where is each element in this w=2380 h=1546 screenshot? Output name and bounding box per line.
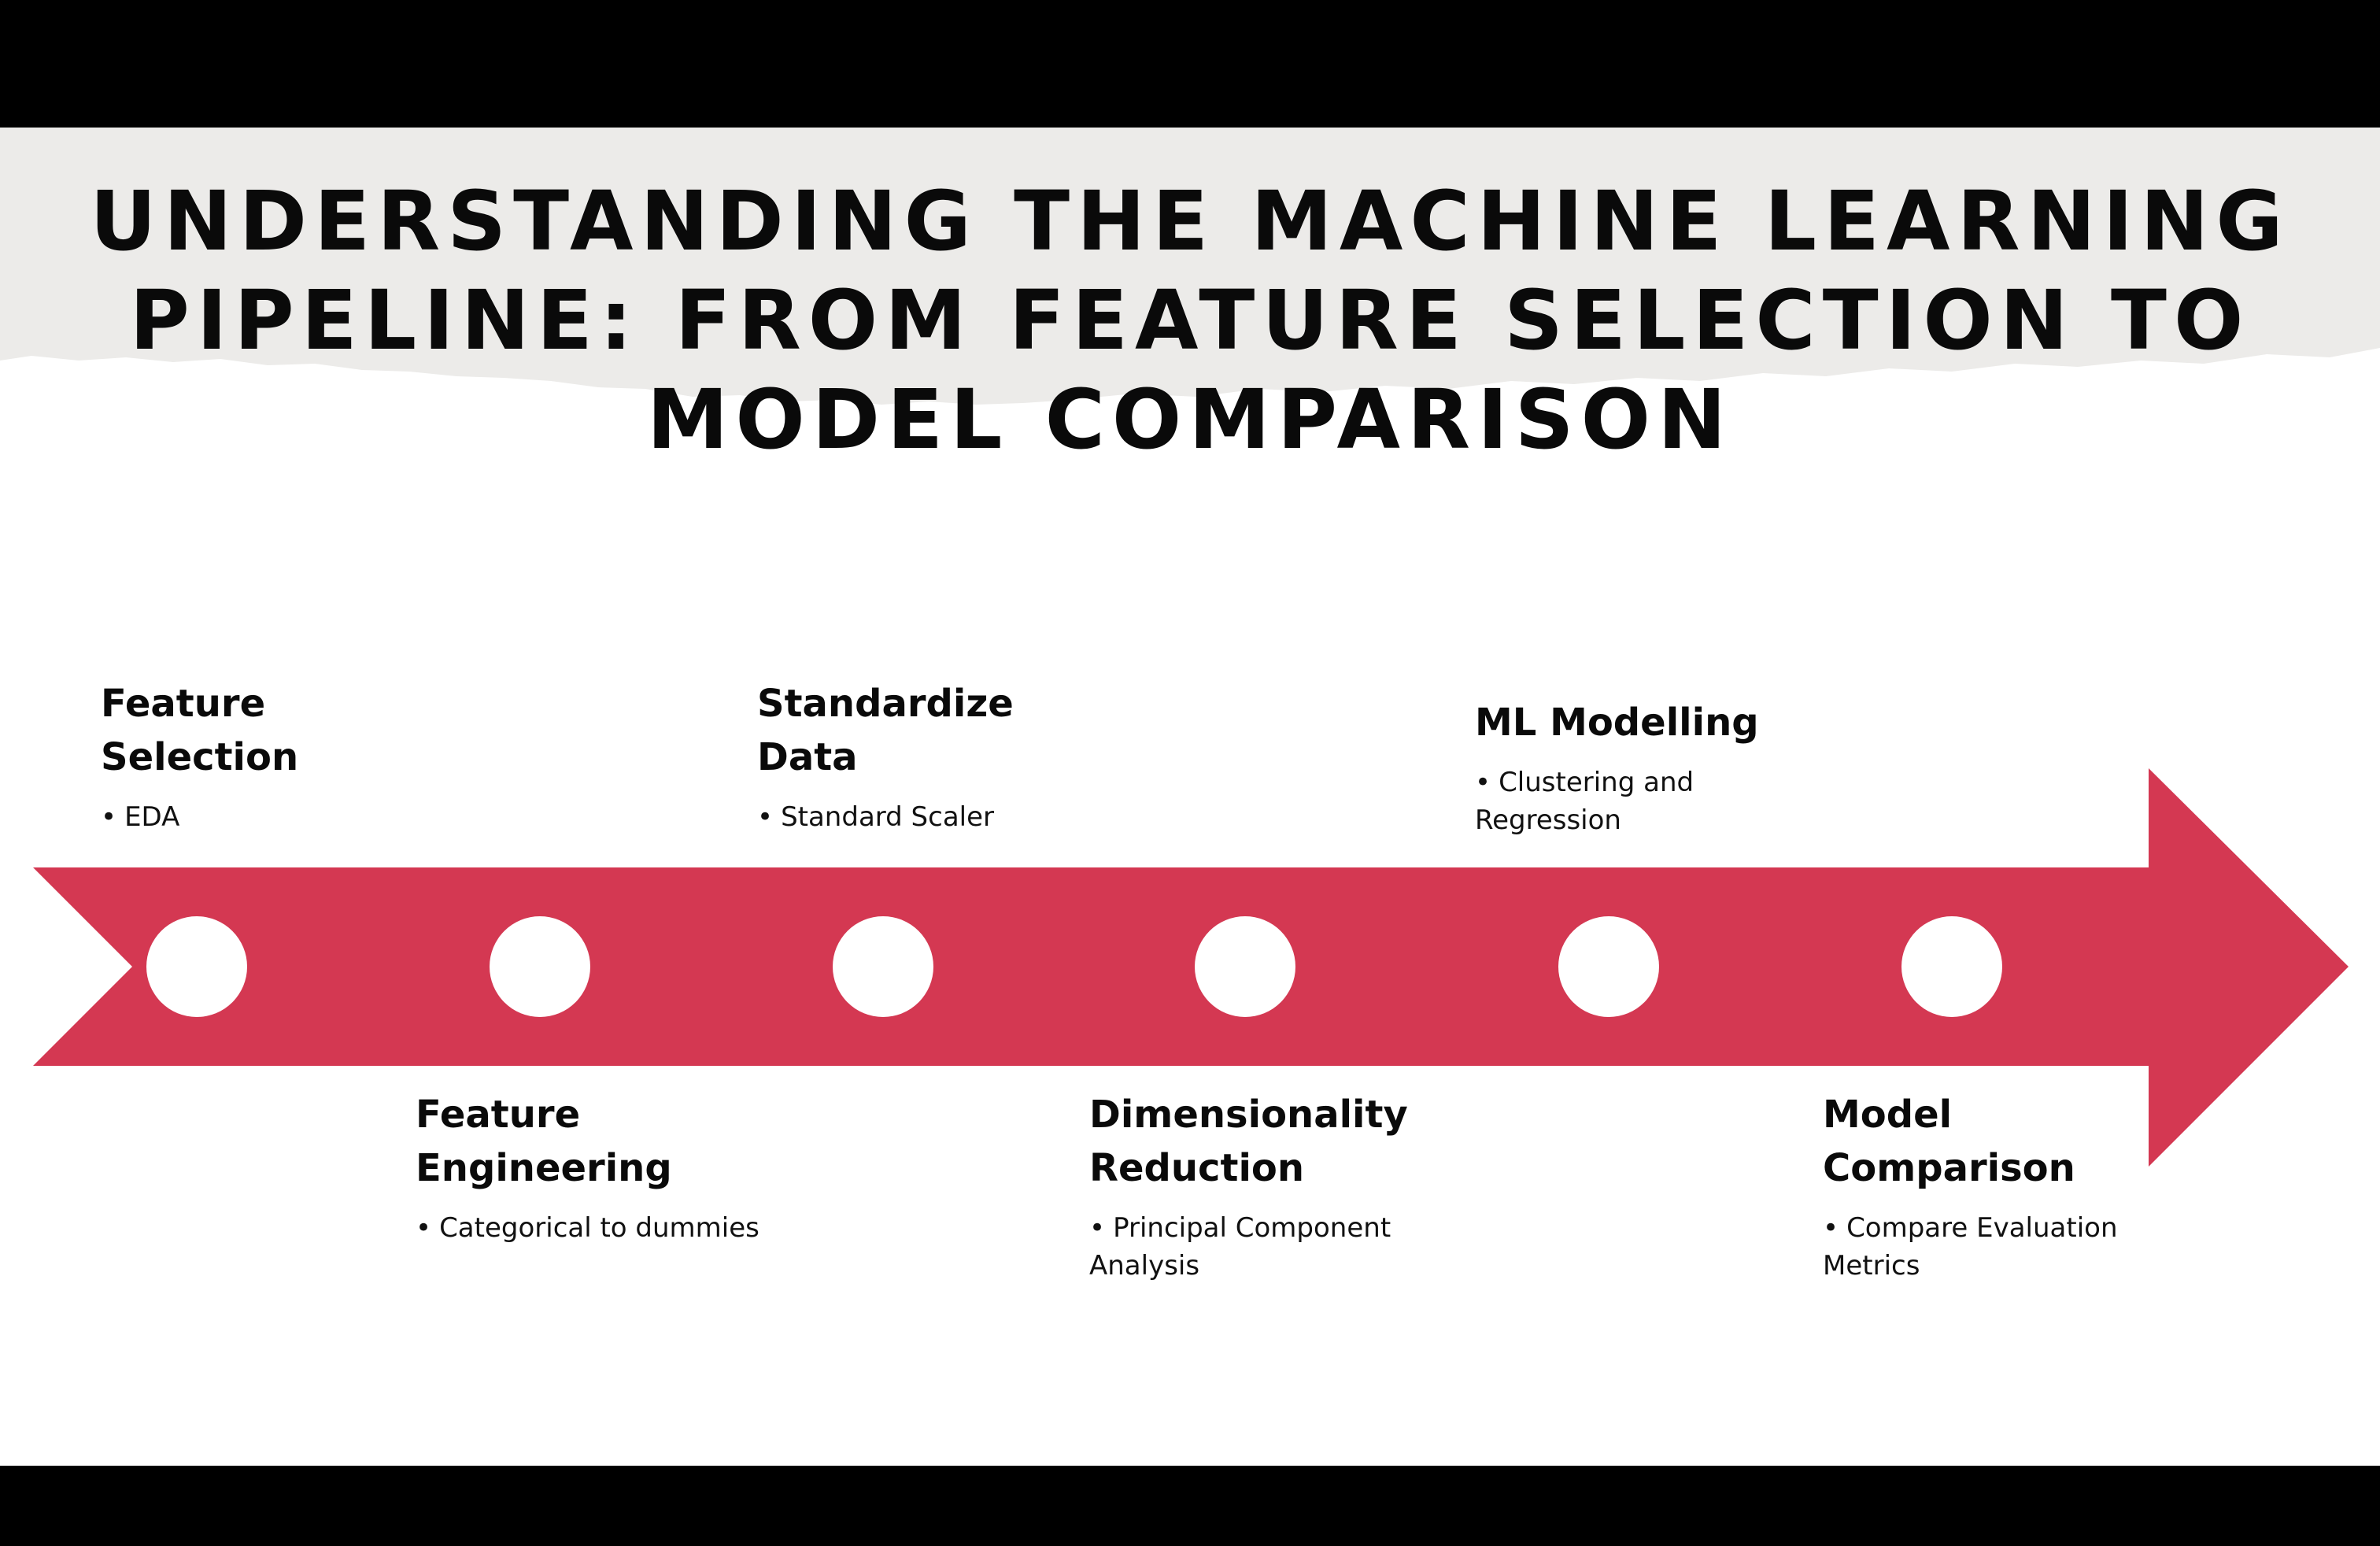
pipeline-node-3	[833, 916, 933, 1017]
pipeline-node-2	[490, 916, 590, 1017]
stage-title: Standardize Data	[757, 682, 1014, 779]
stage-block-3: Standardize Data • Standard Scaler	[757, 677, 1119, 836]
stage-bullet-text: Categorical to dummies	[439, 1212, 759, 1244]
stage-block-6: Model Comparison • Compare Evaluation Metr…	[1823, 1088, 2185, 1285]
stage-block-5: ML Modelling • Clustering and Regression	[1475, 696, 1837, 839]
pipeline-node-5	[1558, 916, 1659, 1017]
stage-title: Feature Engineering	[416, 1093, 672, 1190]
bullet-dot: •	[1475, 767, 1491, 798]
bullet-dot: •	[416, 1212, 432, 1244]
bullet-dot: •	[1823, 1212, 1839, 1244]
stage-bullet: • Clustering and Regression	[1475, 764, 1837, 839]
pipeline-node-6	[1901, 916, 2002, 1017]
stage-title: Dimensionality Reduction	[1089, 1093, 1408, 1190]
stage-title: Feature Selection	[101, 682, 299, 779]
stage-block-2: Feature Engineering • Categorical to dummi…	[416, 1088, 778, 1247]
stage-bullet-text: Standard Scaler	[781, 801, 994, 833]
stage-bullet-text: Principal Component Analysis	[1089, 1212, 1391, 1282]
stage-bullet: • Standard Scaler	[757, 798, 1119, 836]
stage-bullet: • Compare Evaluation Metrics	[1823, 1209, 2185, 1285]
bottom-frame-bar	[0, 1466, 2380, 1546]
slide: UNDERSTANDING THE MACHINE LEARNING PIPEL…	[0, 0, 2380, 1546]
bullet-dot: •	[1089, 1212, 1106, 1244]
stage-title: ML Modelling	[1475, 701, 1759, 745]
bullet-dot: •	[101, 801, 117, 833]
stage-bullet: • Categorical to dummies	[416, 1209, 778, 1247]
stage-bullet-text: Compare Evaluation Metrics	[1823, 1212, 2118, 1282]
pipeline-node-1	[146, 916, 247, 1017]
stage-block-1: Feature Selection • EDA	[101, 677, 463, 836]
pipeline-node-4	[1195, 916, 1295, 1017]
stage-bullet: • EDA	[101, 798, 463, 836]
stage-bullet: • Principal Component Analysis	[1089, 1209, 1451, 1285]
stage-bullet-text: Clustering and Regression	[1475, 767, 1694, 836]
bullet-dot: •	[757, 801, 774, 833]
stage-title: Model Comparison	[1823, 1093, 2075, 1190]
stage-bullet-text: EDA	[124, 801, 180, 833]
stage-block-4: Dimensionality Reduction • Principal Compo…	[1089, 1088, 1451, 1285]
